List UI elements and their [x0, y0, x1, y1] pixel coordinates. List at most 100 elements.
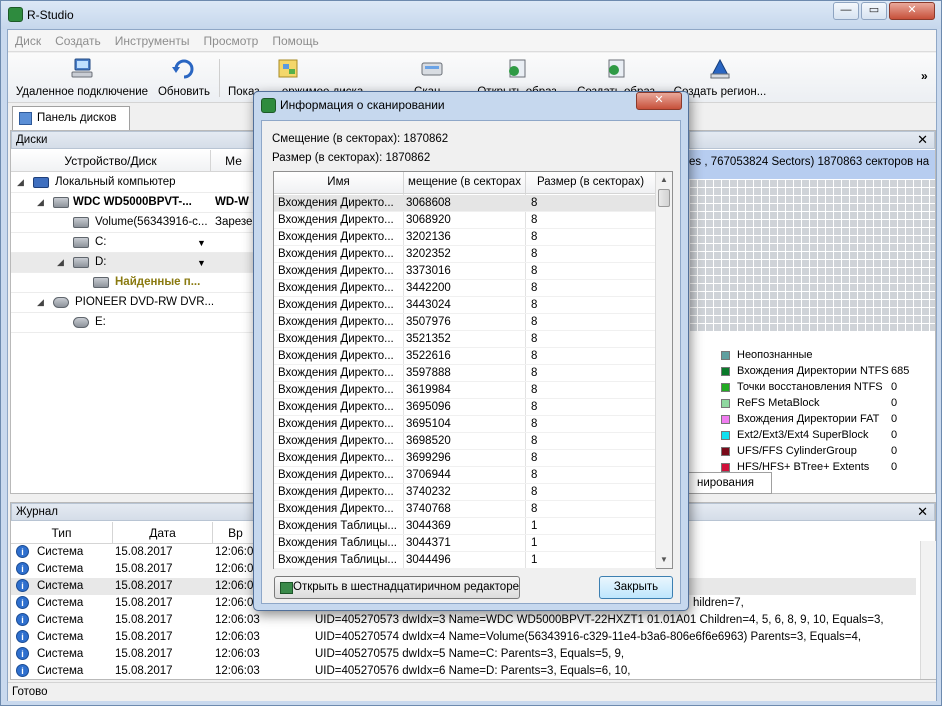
disks-pane-title: Диски [16, 134, 48, 146]
collapse-icon[interactable]: ◢ [57, 257, 64, 268]
cell-offset: 3442200 [406, 282, 451, 294]
cell-offset: 3698520 [406, 435, 451, 447]
remote-connect-button[interactable]: Удаленное подключение [12, 55, 152, 101]
journal-row[interactable]: i Система 15.08.2017 12:06:03 UID=405270575 … [11, 646, 916, 663]
menu-view[interactable]: Просмотр [197, 30, 266, 48]
open-hex-editor-button[interactable]: Открыть в шестнадцатиричном редакторе [274, 576, 520, 599]
tab-scan-info[interactable]: нирования [688, 472, 772, 494]
cell-size: 8 [531, 452, 538, 464]
table-scrollbar[interactable]: ▲ ▼ [655, 172, 672, 568]
journal-type: Система [37, 665, 84, 677]
chevron-down-icon[interactable]: ▼ [197, 238, 206, 248]
table-row[interactable]: Вхождения Директо... 3740768 8 [274, 501, 656, 518]
table-row[interactable]: Вхождения Директо... 3698520 8 [274, 433, 656, 450]
tree-row-drive-c[interactable]: C: ▼ [11, 233, 257, 253]
table-row[interactable]: Вхождения Директо... 3373016 8 [274, 263, 656, 280]
table-row[interactable]: Вхождения Таблицы... 3044371 1 [274, 535, 656, 552]
legend-value: 0 [891, 413, 898, 425]
journal-type: Система [37, 614, 84, 626]
table-row[interactable]: Вхождения Директо... 3699296 8 [274, 450, 656, 467]
column-type[interactable]: Тип [11, 522, 113, 544]
size-label: Размер (в секторах): 1870862 [272, 152, 431, 164]
table-row[interactable]: Вхождения Директо... 3202352 8 [274, 246, 656, 263]
journal-scrollbar[interactable] [920, 541, 936, 679]
dialog-body: Смещение (в секторах): 1870862 Размер (в… [261, 120, 681, 604]
collapse-icon[interactable]: ◢ [37, 297, 44, 308]
dialog-close-icon[interactable]: ✕ [636, 92, 682, 110]
close-dialog-button[interactable]: Закрыть [599, 576, 673, 599]
save-image-icon [608, 59, 625, 78]
cell-size: 8 [531, 418, 538, 430]
tree-row-volume[interactable]: Volume(56343916-c... Зарезер [11, 213, 259, 233]
volume-icon [73, 257, 89, 268]
collapse-icon[interactable]: ◢ [17, 177, 24, 188]
menu-disk[interactable]: Диск [8, 30, 48, 48]
collapse-icon[interactable]: ◢ [37, 197, 44, 208]
table-row[interactable]: Вхождения Директо... 3695096 8 [274, 399, 656, 416]
menu-create[interactable]: Создать [48, 30, 108, 48]
table-row[interactable]: Вхождения Директо... 3068920 8 [274, 212, 656, 229]
column-device[interactable]: Устройство/Диск [11, 150, 211, 172]
column-size[interactable]: Размер (в секторах) [526, 172, 656, 194]
scroll-thumb[interactable] [658, 189, 670, 207]
toolbar-overflow-button[interactable]: » [921, 69, 928, 83]
table-row[interactable]: Вхождения Директо... 3619984 8 [274, 382, 656, 399]
table-row[interactable]: Вхождения Директо... 3443024 8 [274, 297, 656, 314]
table-row[interactable]: Вхождения Таблицы... 3044496 1 [274, 552, 656, 569]
app-icon [8, 7, 23, 22]
minimize-button[interactable]: — [833, 2, 859, 20]
column-name[interactable]: Имя [274, 172, 404, 194]
table-row[interactable]: Вхождения Директо... 3507976 8 [274, 314, 656, 331]
tree-row-drive-e[interactable]: E: [11, 313, 257, 333]
chevron-down-icon[interactable]: ▼ [197, 258, 206, 268]
table-row[interactable]: Вхождения Директо... 3521352 8 [274, 331, 656, 348]
column-offset[interactable]: мещение (в секторах [404, 172, 526, 194]
cell-offset: 3044496 [406, 554, 451, 566]
tree-label-column: WD-W [215, 196, 249, 208]
column-date[interactable]: Дата [113, 522, 213, 544]
table-row[interactable]: Вхождения Директо... 3522616 8 [274, 348, 656, 365]
tree-row-dvd-drive[interactable]: ◢ PIONEER DVD-RW DVR... [11, 293, 257, 313]
table-row[interactable]: Вхождения Директо... 3068608 8 [274, 195, 656, 212]
menu-help[interactable]: Помощь [265, 30, 325, 48]
cell-name: Вхождения Директо... [278, 265, 394, 277]
info-icon: i [16, 596, 29, 609]
tree-row-found-partitions[interactable]: Найденные п... [11, 273, 257, 293]
legend-value: 0 [891, 445, 898, 457]
legend-swatch [721, 447, 730, 456]
journal-date: 15.08.2017 [115, 580, 173, 592]
optical-disc-icon [73, 317, 89, 328]
journal-row[interactable]: i Система 15.08.2017 12:06:03 UID=405270574 … [11, 629, 916, 646]
menu-tools[interactable]: Инструменты [108, 30, 197, 48]
journal-date: 15.08.2017 [115, 665, 173, 677]
tree-row-drive-d[interactable]: ◢ D: ▼ [11, 253, 257, 273]
tree-label: Локальный компьютер [55, 176, 176, 188]
table-row[interactable]: Вхождения Таблицы... 3044369 1 [274, 518, 656, 535]
scroll-down-icon[interactable]: ▼ [656, 552, 672, 568]
cell-name: Вхождения Директо... [278, 469, 394, 481]
tree-row-local-computer[interactable]: ◢ Локальный компьютер [11, 173, 257, 193]
legend-label: Вхождения Директории NTFS [737, 365, 889, 377]
close-window-button[interactable]: ✕ [889, 2, 935, 20]
table-row[interactable]: Вхождения Директо... 3706944 8 [274, 467, 656, 484]
refresh-button[interactable]: Обновить [154, 55, 214, 101]
table-row[interactable]: Вхождения Директо... 3695104 8 [274, 416, 656, 433]
journal-date: 15.08.2017 [115, 563, 173, 575]
legend-label: ReFS MetaBlock [737, 397, 820, 409]
tab-disk-panel[interactable]: Панель дисков [12, 106, 130, 130]
close-pane-icon[interactable]: ✕ [917, 132, 928, 148]
restore-button[interactable]: ▭ [861, 2, 887, 20]
journal-type: Система [37, 563, 84, 575]
cell-name: Вхождения Директо... [278, 299, 394, 311]
table-row[interactable]: Вхождения Директо... 3442200 8 [274, 280, 656, 297]
close-journal-icon[interactable]: ✕ [917, 504, 928, 520]
journal-row[interactable]: i Система 15.08.2017 12:06:03 UID=405270573 … [11, 612, 916, 629]
table-row[interactable]: Вхождения Директо... 3597888 8 [274, 365, 656, 382]
journal-row[interactable]: i Система 15.08.2017 12:06:03 UID=405270576 … [11, 663, 916, 680]
table-row[interactable]: Вхождения Директо... 3740232 8 [274, 484, 656, 501]
column-label[interactable]: Ме [211, 150, 257, 172]
scroll-up-icon[interactable]: ▲ [656, 172, 672, 188]
tree-row-wdc-drive[interactable]: ◢ WDC WD5000BPVT-... WD-W [11, 193, 257, 213]
table-row[interactable]: Вхождения Директо... 3202136 8 [274, 229, 656, 246]
cell-offset: 3202136 [406, 231, 451, 243]
